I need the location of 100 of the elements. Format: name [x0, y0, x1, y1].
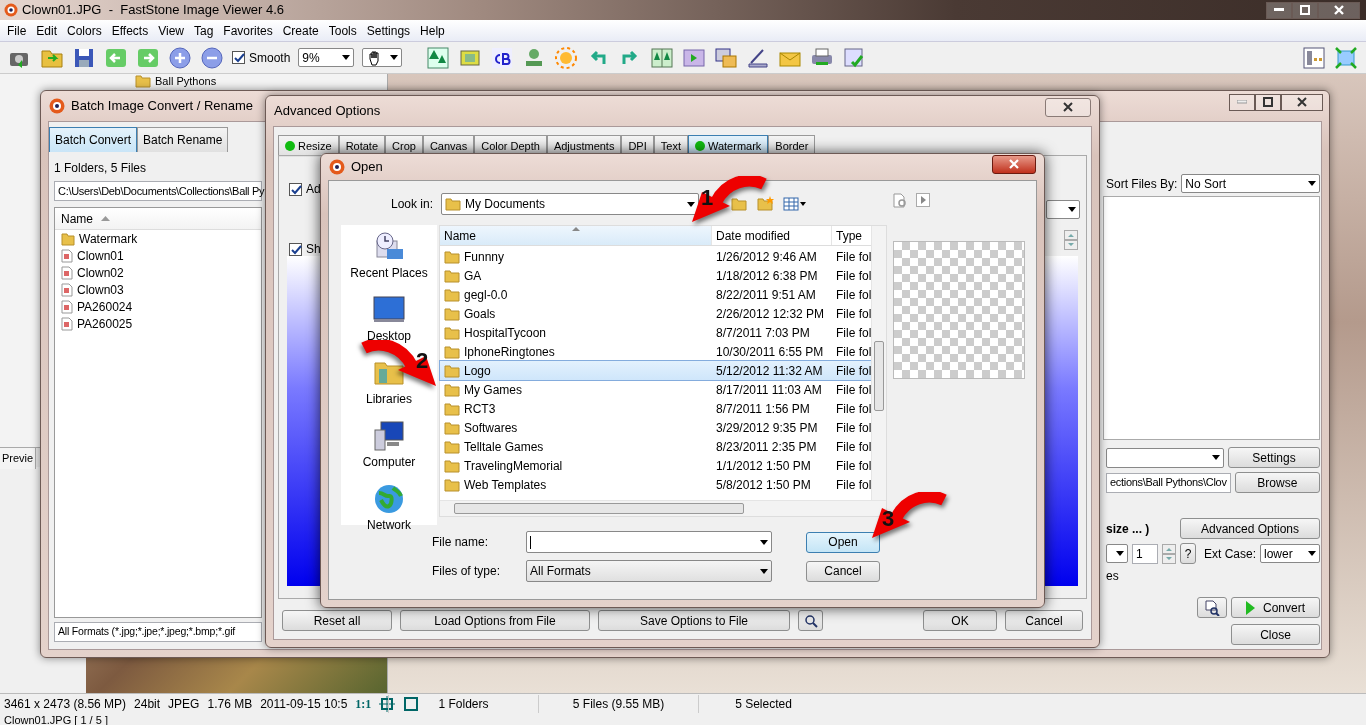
- magnifier-page-icon[interactable]: [892, 193, 908, 209]
- help-button[interactable]: ?: [1180, 543, 1196, 564]
- dropdown-arrow-icon: [760, 568, 768, 574]
- file-row[interactable]: GA 1/18/2012 6:38 PM File fol: [440, 266, 872, 285]
- zoom-in-icon[interactable]: [168, 45, 192, 70]
- file-row[interactable]: gegl-0.0 8/22/2011 9:51 AM File fol: [440, 285, 872, 304]
- place-item[interactable]: Desktop: [367, 294, 411, 345]
- tab[interactable]: Batch Convert: [49, 127, 138, 152]
- file-row[interactable]: Web Templates 5/8/2012 1:50 PM File fol: [440, 475, 872, 494]
- close-button[interactable]: [1318, 1, 1360, 19]
- start-dropdown[interactable]: [1106, 544, 1128, 563]
- fullscreen-icon[interactable]: [1334, 45, 1358, 70]
- place-item[interactable]: Recent Places: [350, 231, 428, 282]
- minimize-button[interactable]: [1266, 1, 1292, 19]
- file-row[interactable]: Goals 2/26/2012 12:32 PM File fol: [440, 304, 872, 323]
- checkbox[interactable]: [232, 51, 245, 64]
- file-row[interactable]: HospitalTycoon 8/7/2011 7:03 PM File fol: [440, 323, 872, 342]
- list-entry[interactable]: Clown02: [55, 264, 261, 281]
- checkbox[interactable]: [289, 182, 302, 196]
- column-header[interactable]: Date modified: [712, 226, 832, 245]
- windows-icon[interactable]: [714, 45, 739, 70]
- place-item[interactable]: Computer: [362, 420, 416, 471]
- menu-item[interactable]: Edit: [31, 21, 63, 40]
- view-menu-icon[interactable]: [783, 196, 808, 212]
- spinner-arrows[interactable]: [1162, 543, 1176, 564]
- dialog-button[interactable]: Open: [806, 531, 880, 553]
- close-icon: [1063, 102, 1073, 112]
- folder-icon: [444, 476, 460, 493]
- file-row[interactable]: TravelingMemorial 1/1/2012 1:50 PM File fol: [440, 456, 872, 475]
- tree-item[interactable]: Ball Pythons: [135, 74, 217, 88]
- file-row[interactable]: My Games 8/17/2011 11:03 AM File fol: [440, 380, 872, 399]
- list-entry[interactable]: Watermark: [55, 230, 261, 247]
- file-row[interactable]: RCT3 8/7/2011 1:56 PM File fol: [440, 399, 872, 418]
- look-in-dropdown[interactable]: My Documents: [441, 193, 700, 215]
- list-entry[interactable]: Clown01: [55, 247, 261, 264]
- list-entry[interactable]: Clown03: [55, 281, 261, 298]
- dialog-button[interactable]: Save Options to File: [598, 610, 790, 631]
- dialog-button[interactable]: Load Options from File: [400, 610, 590, 631]
- ext-case-dropdown[interactable]: lower: [1260, 544, 1320, 563]
- file-list[interactable]: Name Watermark Clown01 Clown02 Clown03 PA260024 PA260025: [54, 207, 262, 618]
- file-row[interactable]: IphoneRingtones 10/30/2011 6:55 PM File fol: [440, 342, 872, 361]
- zoom-dropdown[interactable]: 9%: [298, 48, 355, 67]
- sun-icon[interactable]: [554, 45, 579, 70]
- list-entry[interactable]: PA260025: [55, 315, 261, 332]
- file-name-field[interactable]: [526, 531, 772, 553]
- file-row[interactable]: Funnny 1/26/2012 9:46 AM File fol: [440, 247, 872, 266]
- zoom-out-icon[interactable]: [200, 45, 224, 70]
- hand-tool-dropdown[interactable]: [362, 48, 403, 67]
- tab[interactable]: Batch Rename: [137, 127, 229, 152]
- restore-button[interactable]: [1292, 1, 1318, 19]
- preview-button[interactable]: [798, 610, 823, 631]
- place-item[interactable]: Network: [367, 483, 411, 534]
- close-button[interactable]: [1281, 93, 1323, 111]
- place-item[interactable]: Libraries: [366, 357, 412, 408]
- format-dropdown[interactable]: [1106, 447, 1224, 468]
- dialog-button[interactable]: OK: [923, 610, 997, 631]
- dialog-button[interactable]: Reset all: [282, 610, 392, 631]
- settings-button[interactable]: Settings: [1228, 447, 1320, 468]
- preview-tab[interactable]: Previe: [0, 448, 37, 469]
- menu-item[interactable]: Favorites: [218, 21, 278, 40]
- trees-icon[interactable]: [426, 45, 451, 70]
- browse-button[interactable]: Browse: [1234, 472, 1320, 493]
- close-button[interactable]: [992, 154, 1036, 174]
- vertical-scrollbar[interactable]: [871, 226, 886, 500]
- start-number-field[interactable]: 1: [1132, 543, 1158, 564]
- checkbox[interactable]: [289, 242, 302, 256]
- dialog-button[interactable]: Cancel: [1005, 610, 1083, 631]
- menu-item[interactable]: Create: [277, 21, 324, 40]
- menu-item[interactable]: Tag: [189, 21, 219, 40]
- layout-icon[interactable]: [1302, 45, 1326, 70]
- dialog-button[interactable]: Cancel: [806, 560, 880, 582]
- spinner-arrows[interactable]: [1064, 230, 1078, 250]
- list-entry[interactable]: PA260024: [55, 298, 261, 315]
- column-header[interactable]: Name: [440, 226, 712, 245]
- file-type-dropdown[interactable]: All Formats: [526, 560, 772, 582]
- compare-icon[interactable]: [650, 45, 675, 70]
- menu-item[interactable]: File: [2, 21, 32, 40]
- window-title: Advanced Options: [274, 102, 381, 121]
- menu-item[interactable]: Colors: [62, 21, 107, 40]
- maximize-button[interactable]: [1255, 93, 1281, 111]
- file-row[interactable]: Softwares 3/29/2012 9:35 PM File fol: [440, 418, 872, 437]
- close-button[interactable]: [1045, 97, 1091, 117]
- menu-item[interactable]: View: [153, 21, 189, 40]
- file-row[interactable]: Logo 5/12/2012 11:32 AM File fol: [440, 361, 872, 380]
- advanced-options-button[interactable]: Advanced Options: [1180, 518, 1320, 539]
- option-dropdown[interactable]: [1046, 200, 1080, 219]
- output-folder-field[interactable]: ections\Ball Pythons\Clov: [1106, 472, 1231, 493]
- menu-item[interactable]: Effects: [106, 21, 154, 40]
- close-button[interactable]: Close: [1231, 624, 1320, 645]
- convert-button[interactable]: Convert: [1231, 597, 1320, 618]
- file-row[interactable]: Telltale Games 8/23/2011 2:35 PM File fol: [440, 437, 872, 456]
- up-folder-icon[interactable]: [731, 196, 750, 212]
- menu-item[interactable]: Tools: [323, 21, 362, 40]
- menu-item[interactable]: Help: [415, 21, 450, 40]
- menu-item[interactable]: Settings: [361, 21, 416, 40]
- letters-icon[interactable]: [490, 45, 515, 70]
- preview-button[interactable]: [1197, 597, 1227, 618]
- play-icon[interactable]: [916, 193, 930, 207]
- format-filter-dropdown[interactable]: All Formats (*.jpg;*.jpe;*.jpeg;*.bmp;*.gif: [54, 622, 262, 642]
- sort-dropdown[interactable]: No Sort: [1181, 174, 1320, 193]
